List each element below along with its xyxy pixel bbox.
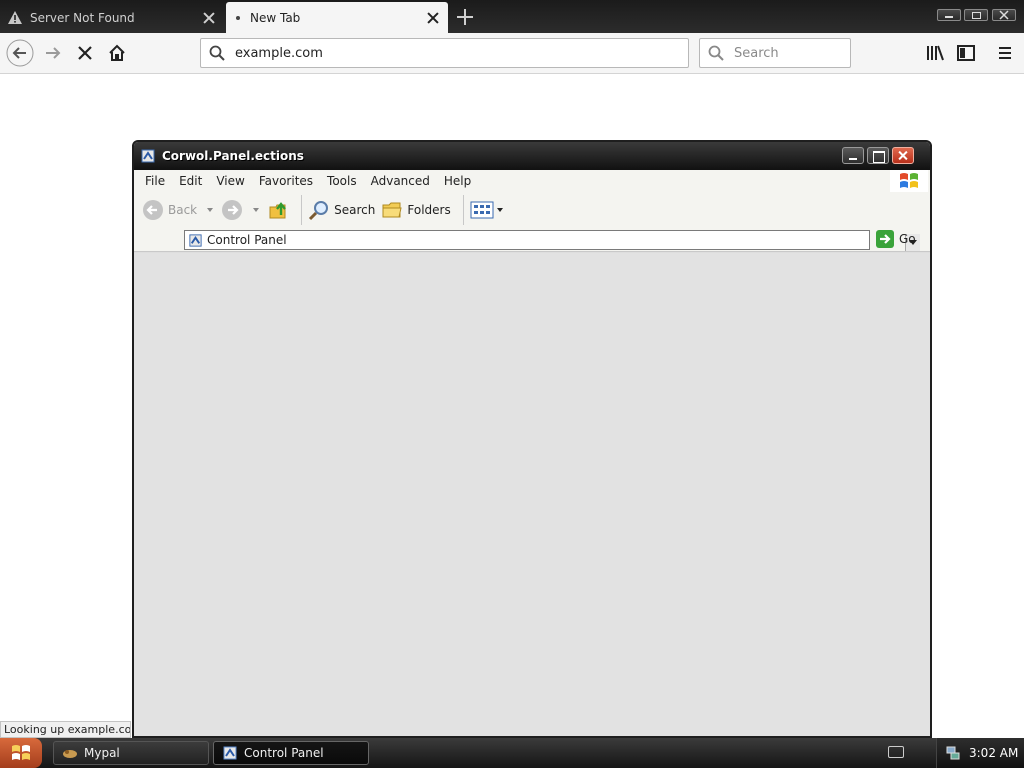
windows-flag-icon (12, 745, 30, 760)
forward-arrow-icon (222, 200, 243, 220)
menu-bar: File Edit View Favorites Tools Advanced … (134, 170, 930, 192)
loading-dot-icon (236, 15, 240, 20)
stop-icon (78, 46, 92, 60)
close-button[interactable] (892, 147, 914, 164)
warning-icon (8, 11, 22, 24)
menu-tools[interactable]: Tools (320, 174, 364, 188)
home-icon (109, 44, 125, 61)
menu-button[interactable] (990, 39, 1020, 67)
up-folder-icon (269, 202, 287, 219)
windows-flag-icon (900, 173, 918, 188)
search-icon (209, 45, 225, 61)
views-dropdown-icon (496, 208, 503, 212)
toolbar-separator (462, 195, 464, 225)
keyboard-icon[interactable] (888, 746, 904, 758)
search-button[interactable]: Search (308, 199, 375, 221)
go-arrow-icon (876, 230, 894, 248)
system-tray: 3:02 AM (936, 738, 1024, 768)
window-title: Corwol.Panel.ections (162, 149, 304, 163)
search-label: Search (334, 203, 376, 217)
back-label: Back (168, 203, 198, 217)
toolbar-separator (301, 195, 303, 225)
menu-help[interactable]: Help (437, 174, 478, 188)
control-panel-window: Corwol.Panel.ections File Edit View Favo… (132, 140, 932, 738)
forward-button[interactable] (38, 39, 68, 67)
sidebar-button[interactable] (951, 39, 981, 67)
address-bar-row: Control Panel Go (134, 228, 930, 252)
menu-file[interactable]: File (138, 174, 172, 188)
search-input[interactable] (732, 44, 842, 62)
maximize-button[interactable] (867, 147, 889, 164)
folders-button[interactable]: Folders (381, 199, 451, 221)
stop-button[interactable] (70, 39, 100, 67)
taskbar-item-label: Mypal (84, 746, 120, 760)
search-icon (708, 45, 724, 61)
start-button[interactable] (0, 738, 42, 768)
close-tab-icon[interactable] (202, 11, 216, 25)
windows-logo (890, 170, 928, 192)
forward-arrow-icon (46, 47, 61, 59)
explorer-toolbar: Back Search Folders (134, 192, 930, 228)
library-icon (927, 45, 944, 61)
folders-label: Folders (407, 203, 451, 217)
url-input[interactable] (233, 44, 653, 62)
back-dropdown-icon[interactable] (207, 208, 214, 212)
minimize-button[interactable] (842, 147, 864, 164)
browser-status-text: Looking up example.com... (0, 721, 131, 738)
menu-view[interactable]: View (209, 174, 251, 188)
mypal-icon (63, 750, 77, 758)
control-panel-icon (223, 746, 237, 760)
close-tab-icon[interactable] (426, 11, 440, 25)
address-combobox[interactable]: Control Panel (184, 230, 920, 251)
clock[interactable]: 3:02 AM (969, 746, 1018, 760)
browser-restore-button[interactable] (964, 9, 988, 21)
window-title-bar[interactable]: Corwol.Panel.ections (134, 142, 930, 170)
taskbar-item-label: Control Panel (244, 746, 324, 760)
tab-new-tab[interactable]: New Tab (226, 2, 448, 33)
views-grid-icon (470, 201, 494, 219)
search-bar[interactable] (699, 38, 851, 68)
address-value: Control Panel (207, 233, 287, 247)
menu-edit[interactable]: Edit (172, 174, 209, 188)
back-button[interactable]: Back (142, 199, 197, 221)
browser-close-button[interactable] (992, 9, 1016, 21)
browser-nav-bar (0, 33, 1024, 74)
menu-advanced[interactable]: Advanced (364, 174, 437, 188)
back-button[interactable] (5, 39, 35, 67)
browser-tab-strip: Server Not Found New Tab (0, 0, 1024, 33)
folder-icon (382, 202, 402, 218)
control-panel-icon (189, 233, 202, 247)
tab-server-not-found[interactable]: Server Not Found (0, 2, 224, 33)
taskbar-item-mypal[interactable]: Mypal (53, 741, 209, 765)
back-arrow-icon (6, 39, 34, 67)
back-arrow-icon (143, 200, 163, 220)
menu-favorites[interactable]: Favorites (252, 174, 320, 188)
go-label: Go (899, 232, 916, 246)
magnifier-icon (309, 201, 329, 221)
folder-content-area[interactable] (134, 253, 930, 736)
browser-minimize-button[interactable] (937, 9, 961, 21)
tab-label: Server Not Found (30, 10, 135, 25)
sidebar-icon (957, 45, 975, 61)
go-button[interactable]: Go (876, 230, 916, 248)
forward-button[interactable] (221, 199, 243, 221)
new-tab-plus-icon[interactable] (456, 8, 474, 26)
home-button[interactable] (102, 39, 132, 67)
up-folder-button[interactable] (267, 199, 289, 221)
url-bar[interactable] (200, 38, 689, 68)
tab-label: New Tab (250, 10, 301, 25)
taskbar: Mypal Control Panel 3:02 AM (0, 738, 1024, 768)
views-button[interactable] (470, 200, 503, 220)
network-icon[interactable] (945, 745, 961, 761)
taskbar-item-control-panel[interactable]: Control Panel (213, 741, 369, 765)
control-panel-icon (141, 149, 155, 163)
library-button[interactable] (920, 39, 950, 67)
forward-dropdown-icon[interactable] (253, 208, 260, 212)
hamburger-icon (999, 47, 1011, 59)
